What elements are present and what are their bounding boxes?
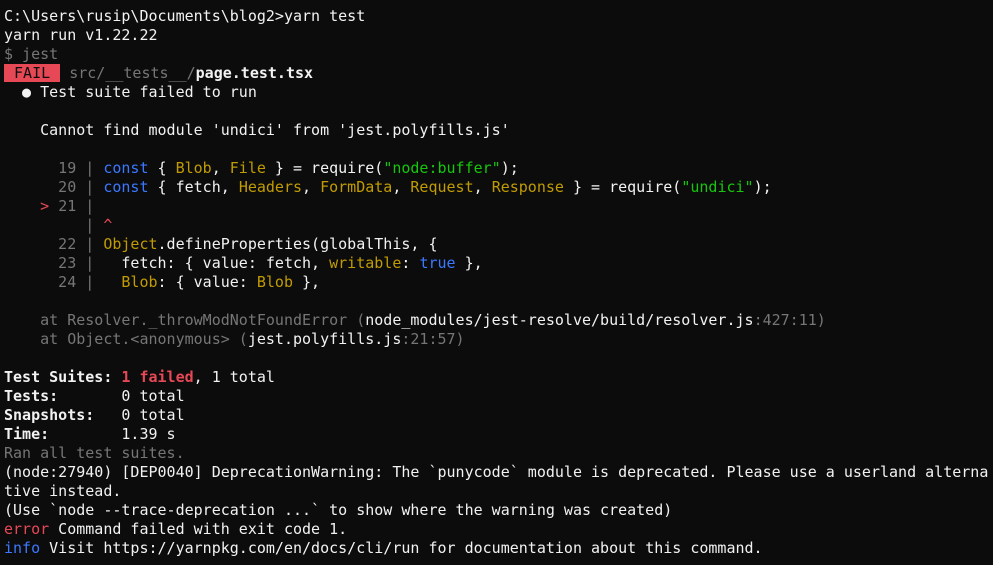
code-line-20: 20 | const { fetch, Headers, FormData, R…: [4, 178, 993, 197]
summary-value: 0 total: [121, 387, 185, 405]
stack-at: at Resolver._throwModNotFoundError (: [4, 311, 366, 329]
test-file-name: page.test.tsx: [195, 64, 314, 82]
command-line: C:\Users\rusip\Documents\blog2>yarn test: [4, 7, 993, 26]
deprecation-warning-cont: tive instead.: [4, 482, 122, 500]
info-text: for documentation about this command.: [419, 539, 763, 557]
suite-failed-line: ● Test suite failed to run: [4, 83, 993, 102]
gutter: 24 |: [4, 273, 104, 291]
code-text: fetch: { value: fetch,: [103, 254, 330, 272]
code-text: .defineProperties(globalThis, {: [157, 235, 438, 253]
summary-suites: Test Suites: 1 failed, 1 total: [4, 368, 993, 387]
code-text: );: [753, 178, 772, 196]
keyword: const: [103, 159, 149, 177]
fail-badge: FAIL: [4, 64, 61, 82]
caret-line: | ^: [4, 216, 993, 235]
code-line-21: > 21 |: [4, 197, 993, 216]
identifier: Request: [410, 178, 474, 196]
gutter: 20 |: [4, 178, 104, 196]
identifier: File: [229, 159, 266, 177]
identifier: Headers: [238, 178, 303, 196]
stack-loc: :21:57): [401, 330, 465, 348]
gutter: 19 |: [4, 159, 104, 177]
yarn-error-line: error Command failed with exit code 1.: [4, 520, 993, 539]
stack-file: jest.polyfills.js: [247, 330, 402, 348]
code-line-19: 19 | const { Blob, File } = require("nod…: [4, 159, 993, 178]
code-text: :: [401, 254, 420, 272]
code-text: {: [148, 159, 176, 177]
code-line-22: 22 | Object.defineProperties(globalThis,…: [4, 235, 993, 254]
stack-file: node_modules/jest-resolve/build/resolver…: [365, 311, 754, 329]
suite-failed-text: Test suite failed to run: [40, 83, 257, 101]
fail-line: FAIL src/__tests__/page.test.tsx: [4, 64, 993, 83]
error-message: Cannot find module 'undici' from 'jest.p…: [4, 121, 510, 139]
error-text: Command failed with exit code 1.: [49, 520, 348, 538]
summary-value: , 1 total: [193, 368, 275, 386]
summary-tests: Tests: 0 total: [4, 387, 993, 406]
suites-failed-count: 1 failed: [121, 368, 194, 386]
code-text: );: [500, 159, 519, 177]
code-text: ,: [211, 159, 230, 177]
summary-label: Test Suites:: [4, 368, 122, 386]
identifier: Object: [103, 235, 158, 253]
jest-command-line: $ jest: [4, 45, 59, 63]
identifier: writable: [329, 254, 402, 272]
code-text: } = require(: [265, 159, 384, 177]
stack-frame: at Object.<anonymous> (jest.polyfills.js…: [4, 330, 993, 349]
identifier: Response: [491, 178, 564, 196]
code-line-24: 24 | Blob: { value: Blob },: [4, 273, 993, 292]
stack-loc: :427:11): [753, 311, 826, 329]
code-text: ,: [392, 178, 411, 196]
yarn-version-line: yarn run v1.22.22: [4, 26, 158, 44]
gutter: 22 |: [4, 235, 104, 253]
summary-label: Time:: [4, 425, 122, 443]
deprecation-hint: (Use `node --trace-deprecation ...` to s…: [4, 501, 673, 519]
command-text: yarn test: [283, 7, 366, 25]
summary-value: 1.39 s: [121, 425, 176, 443]
terminal-window[interactable]: C:\Users\rusip\Documents\blog2>yarn test…: [0, 0, 993, 565]
code-line-23: 23 | fetch: { value: fetch, writable: tr…: [4, 254, 993, 273]
string-literal: "node:buffer": [383, 159, 501, 177]
code-text: },: [293, 273, 321, 291]
stack-at: at Object.<anonymous> (: [4, 330, 248, 348]
info-text: Visit: [40, 539, 104, 557]
yarn-info-line: info Visit https://yarnpkg.com/en/docs/c…: [4, 539, 993, 558]
summary-snapshots: Snapshots: 0 total: [4, 406, 993, 425]
stack-frame: at Resolver._throwModNotFoundError (node…: [4, 311, 993, 330]
error-label: error: [4, 520, 50, 538]
keyword: const: [103, 178, 149, 196]
summary-label: Snapshots:: [4, 406, 122, 424]
ran-all-line: Ran all test suites.: [4, 444, 185, 462]
gutter: 21 |: [58, 197, 95, 215]
caret-icon: ^: [103, 216, 113, 234]
code-text: } = require(: [563, 178, 682, 196]
test-path-dir: src/__tests__/: [60, 64, 196, 82]
code-text: : { value:: [157, 273, 257, 291]
prompt-path: C:\Users\rusip\Documents\blog2>: [4, 7, 284, 25]
summary-time: Time: 1.39 s: [4, 425, 993, 444]
gutter: |: [4, 216, 104, 234]
info-label: info: [4, 539, 41, 557]
identifier: Blob: [121, 273, 158, 291]
code-text: ,: [302, 178, 321, 196]
code-text: { fetch,: [148, 178, 239, 196]
deprecation-warning: (node:27940) [DEP0040] DeprecationWarnin…: [4, 463, 989, 481]
summary-value: 0 total: [121, 406, 185, 424]
docs-link[interactable]: https://yarnpkg.com/en/docs/cli/run: [103, 539, 419, 557]
identifier: Blob: [256, 273, 293, 291]
code-text: },: [455, 254, 483, 272]
code-text: ,: [473, 178, 492, 196]
boolean-literal: true: [419, 254, 456, 272]
bullet-icon: ●: [4, 83, 41, 101]
identifier: Blob: [175, 159, 212, 177]
identifier: FormData: [320, 178, 393, 196]
string-literal: "undici": [681, 178, 754, 196]
gutter: 23 |: [4, 254, 104, 272]
summary-label: Tests:: [4, 387, 122, 405]
error-line-marker: >: [4, 197, 59, 215]
